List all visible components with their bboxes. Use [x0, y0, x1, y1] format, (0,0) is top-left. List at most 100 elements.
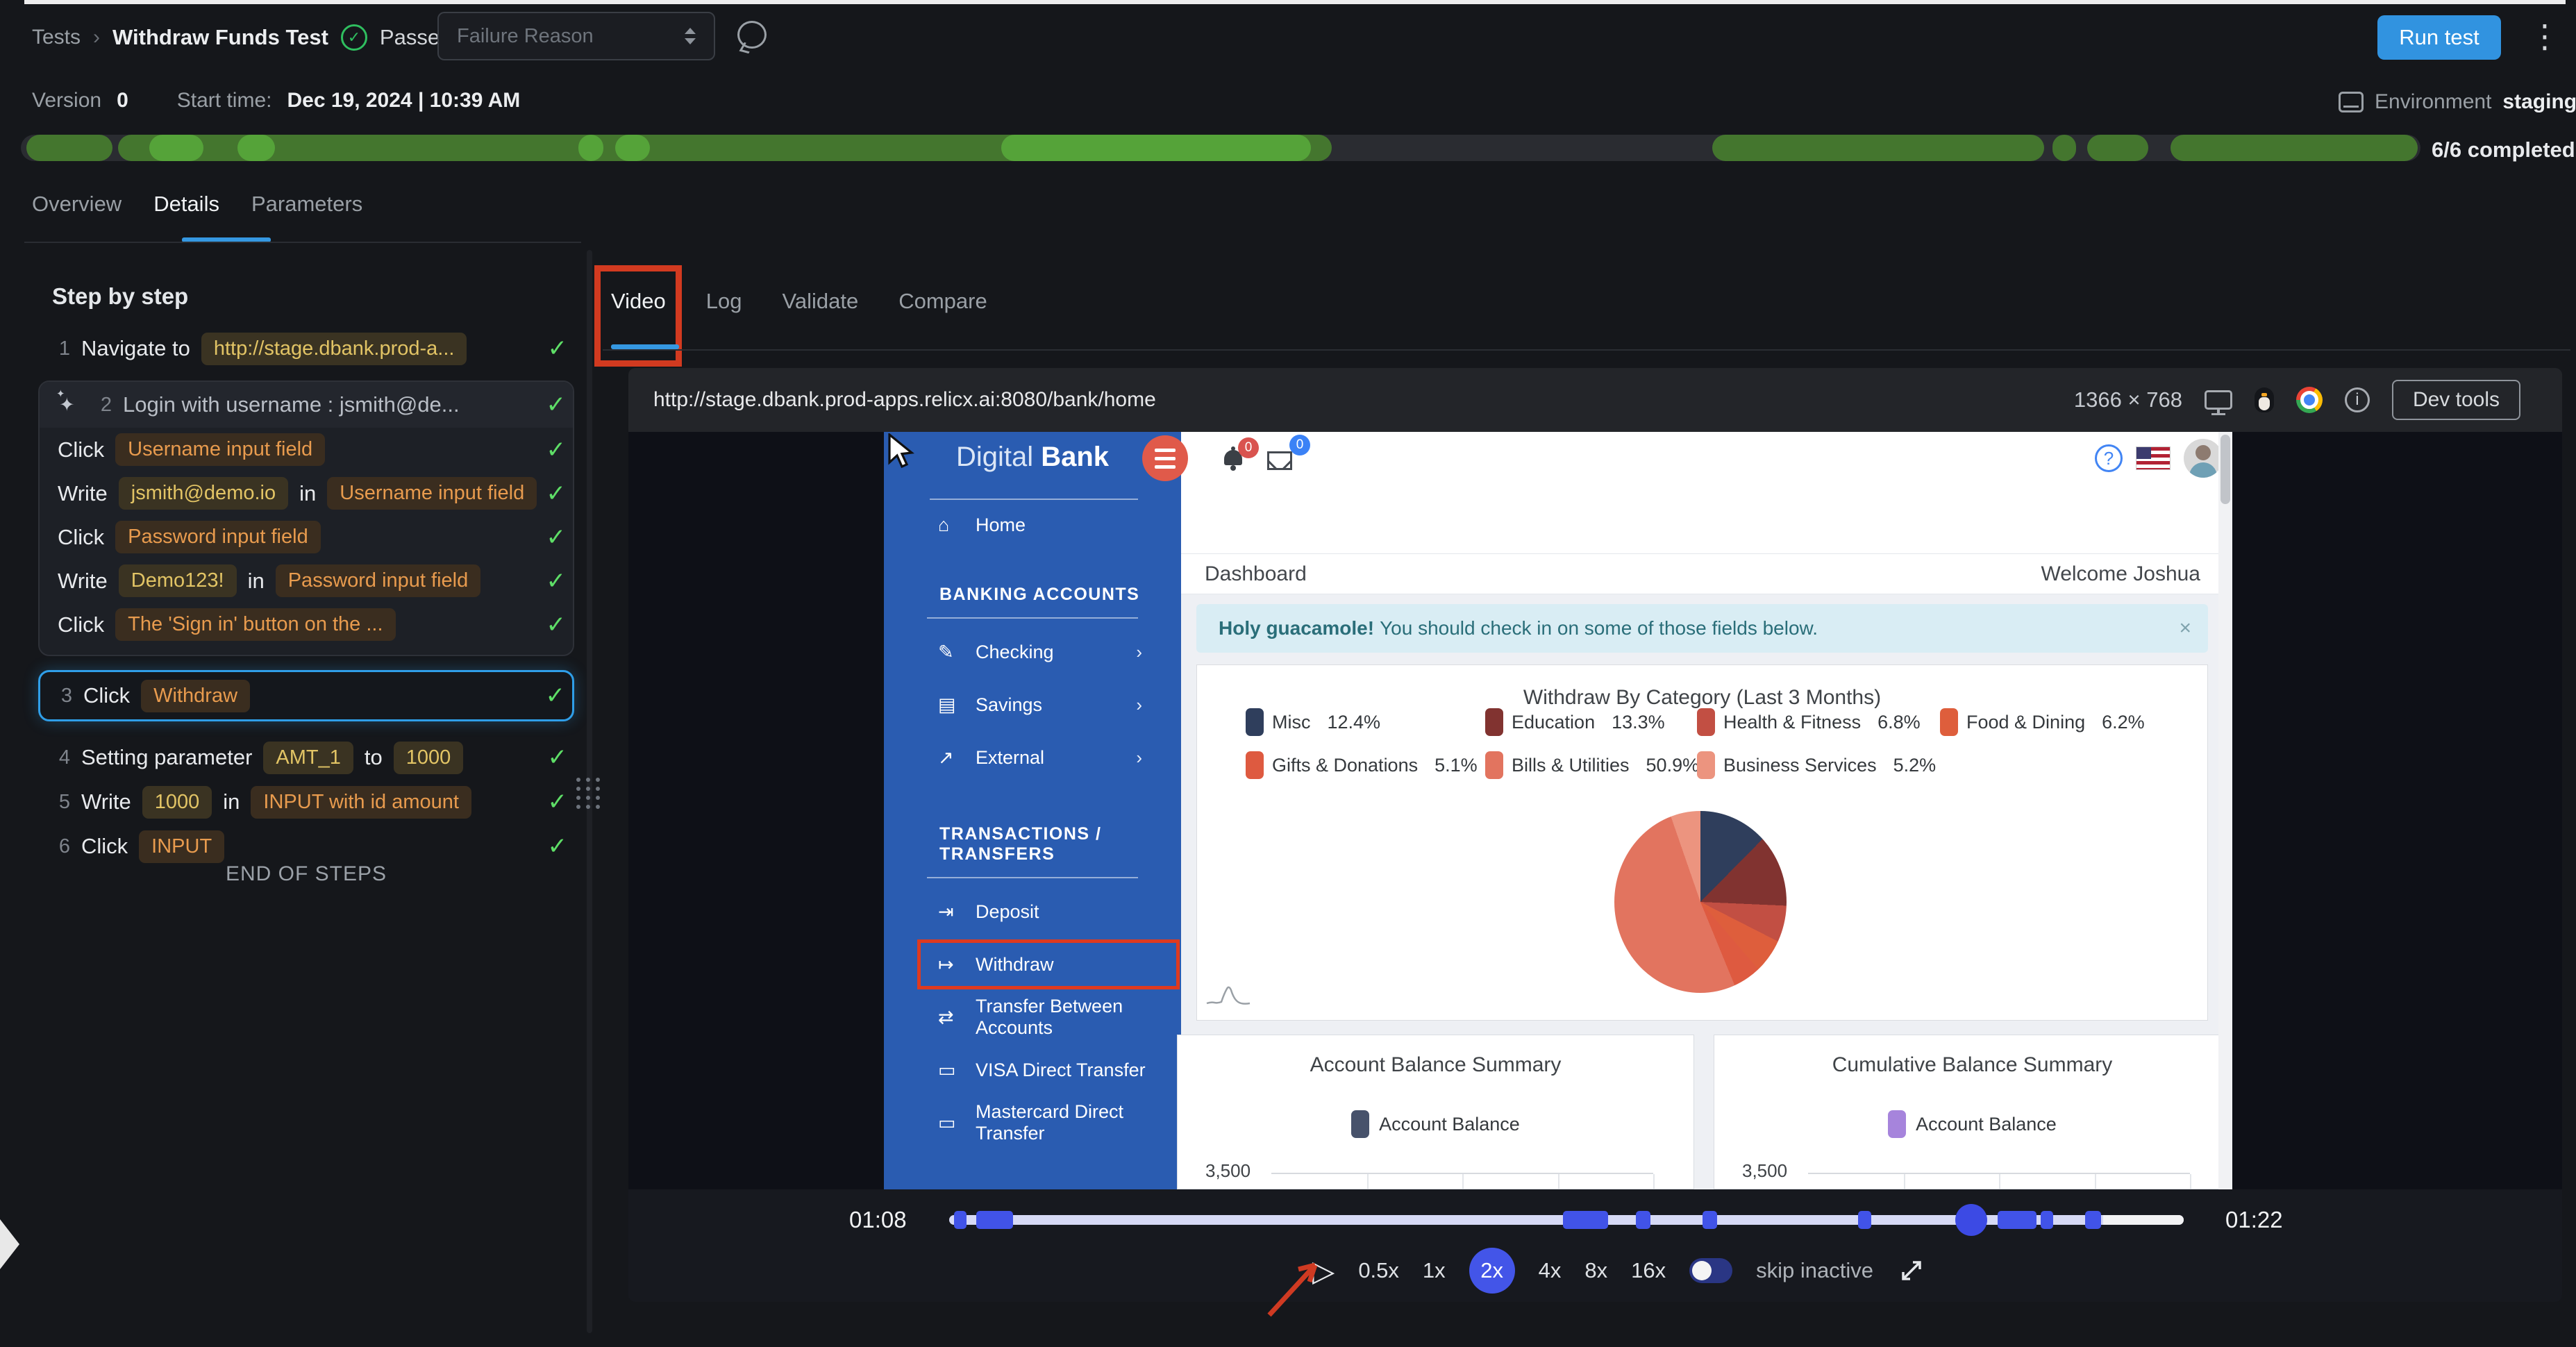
speed-8x[interactable]: 8x	[1584, 1258, 1607, 1283]
sidebar-item-label: Savings	[976, 694, 1043, 715]
timeline-event-marker[interactable]	[1562, 1211, 1609, 1229]
pie-legend-item: Health & Fitness 6.8%	[1697, 708, 1921, 736]
dashboard-band: Dashboard Welcome Joshua	[1181, 554, 2232, 594]
step-group-header[interactable]: ✦ ✦ 2 Login with username : jsmith@de... ✓	[40, 382, 573, 428]
legend-label: Bills & Utilities	[1512, 754, 1630, 776]
sidebar-item-home[interactable]: ⌂ Home	[884, 505, 1181, 544]
annotation-box-video-tab	[594, 265, 682, 367]
annotation-arrow	[1267, 1262, 1318, 1317]
chevron-right-icon: ›	[1136, 641, 1142, 662]
drawer-expander[interactable]	[0, 1219, 19, 1269]
timeline-event-marker[interactable]	[1702, 1211, 1717, 1229]
step-row[interactable]: 1 Navigate to http://stage.dbank.prod-a...…	[38, 326, 574, 371]
select-arrows-icon	[685, 28, 696, 44]
step-row[interactable]: 4 Setting parameter AMT_1 to 1000 ✓	[38, 735, 574, 780]
step-row[interactable]: Click Username input field ✓	[40, 428, 573, 471]
more-options-icon[interactable]: ⋮	[2529, 14, 2561, 58]
y-axis-tick: 3,500	[1742, 1160, 1788, 1181]
step-success-icon: ✓	[547, 789, 568, 815]
detail-tab-compare[interactable]: Compare	[898, 289, 987, 314]
tab-details[interactable]: Details	[153, 192, 219, 217]
info-icon[interactable]	[2344, 387, 2370, 412]
step-action-text: Click	[81, 834, 128, 858]
sidebar-item-mastercard-direct-transfer[interactable]: ▭ Mastercard Direct Transfer	[884, 1096, 1181, 1149]
timeline-playhead[interactable]	[1955, 1204, 1988, 1236]
step-row[interactable]: Click Password input field ✓	[40, 515, 573, 559]
timeline-event-marker[interactable]	[1635, 1211, 1650, 1229]
transfer-icon: ⇄	[938, 1006, 954, 1028]
sidebar-item-label: Deposit	[976, 901, 1039, 922]
environment-label: Environment	[2375, 90, 2492, 113]
timeline-event-marker[interactable]	[2084, 1211, 2101, 1229]
speed-2x[interactable]: 2x	[1469, 1248, 1515, 1294]
detail-tab-log[interactable]: Log	[706, 289, 742, 314]
linux-icon	[2254, 387, 2274, 412]
bank-sidebar-menu: ⌂ Home BANKING ACCOUNTS ✎ Checking › ▤ Savings ›…	[884, 505, 1181, 1149]
messages-icon[interactable]	[1267, 451, 1292, 470]
help-icon[interactable]	[2095, 444, 2123, 472]
video-url: http://stage.dbank.prod-apps.relicx.ai:8…	[653, 388, 1156, 411]
progress-segment	[26, 135, 112, 161]
run-test-button[interactable]: Run test	[2377, 15, 2501, 60]
skip-inactive-toggle[interactable]	[1689, 1258, 1733, 1283]
detail-tab-validate[interactable]: Validate	[782, 289, 858, 314]
sparkline-icon	[1206, 986, 1251, 1005]
speed-1x[interactable]: 1x	[1423, 1258, 1446, 1283]
timeline-event-marker[interactable]	[1997, 1211, 2037, 1229]
panel-resize-handle[interactable]	[576, 778, 601, 809]
step-row[interactable]: Click The 'Sign in' button on the ... ✓	[40, 603, 573, 646]
us-flag-icon[interactable]	[2136, 447, 2170, 469]
avatar[interactable]	[2184, 439, 2223, 478]
step-row[interactable]: 5 Write 1000 in INPUT with id amount ✓	[38, 780, 574, 824]
step-row[interactable]: Write jsmith@demo.io in Username input fiel…	[40, 471, 573, 515]
step-row-selected[interactable]: 3 Click Withdraw ✓	[38, 670, 574, 721]
dev-tools-button[interactable]: Dev tools	[2391, 380, 2520, 420]
speed-0.5x[interactable]: 0.5x	[1358, 1258, 1399, 1283]
pie-legend-item: Gifts & Donations 5.1%	[1246, 751, 1478, 779]
legend-label: Education	[1512, 711, 1596, 733]
progress-segment	[2171, 135, 2418, 161]
video-player: http://stage.dbank.prod-apps.relicx.ai:8…	[628, 368, 2562, 1317]
environment-icon	[2339, 92, 2364, 112]
fullscreen-icon[interactable]	[1897, 1256, 1926, 1285]
tab-overview[interactable]: Overview	[32, 192, 122, 217]
card-icon: ▭	[938, 1112, 956, 1133]
timeline-event-marker[interactable]	[2040, 1211, 2053, 1229]
video-timeline[interactable]	[949, 1204, 2184, 1236]
failure-reason-select[interactable]: Failure Reason	[437, 12, 715, 60]
comment-icon[interactable]	[737, 21, 767, 49]
timeline-event-marker[interactable]	[1857, 1211, 1872, 1229]
recorded-cursor-icon	[888, 433, 914, 469]
speed-4x[interactable]: 4x	[1539, 1258, 1562, 1283]
legend-swatch	[1888, 1110, 1907, 1138]
step-row[interactable]: Write Demo123! in Password input field ✓	[40, 559, 573, 603]
sidebar-toggle-button[interactable]	[1142, 435, 1188, 481]
sidebar-item-transfer-between-accounts[interactable]: ⇄ Transfer Between Accounts	[884, 991, 1181, 1044]
balance-legend: Account Balance	[1178, 1110, 1693, 1138]
step-success-icon: ✓	[546, 480, 567, 507]
breadcrumb-tests-link[interactable]: Tests	[32, 26, 81, 49]
sidebar-item-external[interactable]: ↗ External ›	[884, 731, 1181, 784]
sidebar-item-visa-direct-transfer[interactable]: ▭ VISA Direct Transfer	[884, 1044, 1181, 1096]
sidebar-item-deposit[interactable]: ⇥ Deposit	[884, 885, 1181, 938]
sidebar-section-header: BANKING ACCOUNTS	[939, 585, 1140, 604]
run-progress-bar[interactable]	[21, 135, 2420, 161]
sidebar-item-withdraw[interactable]: ↦ Withdraw	[884, 938, 1181, 991]
speed-16x[interactable]: 16x	[1631, 1258, 1666, 1283]
legend-value: 5.1%	[1435, 754, 1478, 776]
cash-icon: ▤	[938, 694, 956, 715]
step-success-icon: ✓	[547, 833, 568, 860]
pie-legend-item: Education 13.3%	[1485, 708, 1665, 736]
sidebar-item-savings[interactable]: ▤ Savings ›	[884, 678, 1181, 731]
sidebar-item-label: Home	[976, 514, 1026, 535]
tab-parameters[interactable]: Parameters	[251, 192, 362, 217]
timeline-event-marker[interactable]	[954, 1211, 967, 1229]
step-success-icon: ✓	[547, 335, 568, 362]
alert-close-icon[interactable]: ×	[2179, 604, 2191, 653]
progress-segment	[1001, 135, 1311, 161]
timeline-event-marker[interactable]	[976, 1211, 1014, 1229]
legend-value: 6.2%	[2102, 711, 2145, 733]
sidebar-item-checking[interactable]: ✎ Checking ›	[884, 626, 1181, 678]
step-target-chip: jsmith@demo.io	[118, 477, 289, 510]
video-frame[interactable]: Digital Bank ⌂ Home BANKING ACCOUNTS ✎ Check…	[628, 432, 2562, 1189]
